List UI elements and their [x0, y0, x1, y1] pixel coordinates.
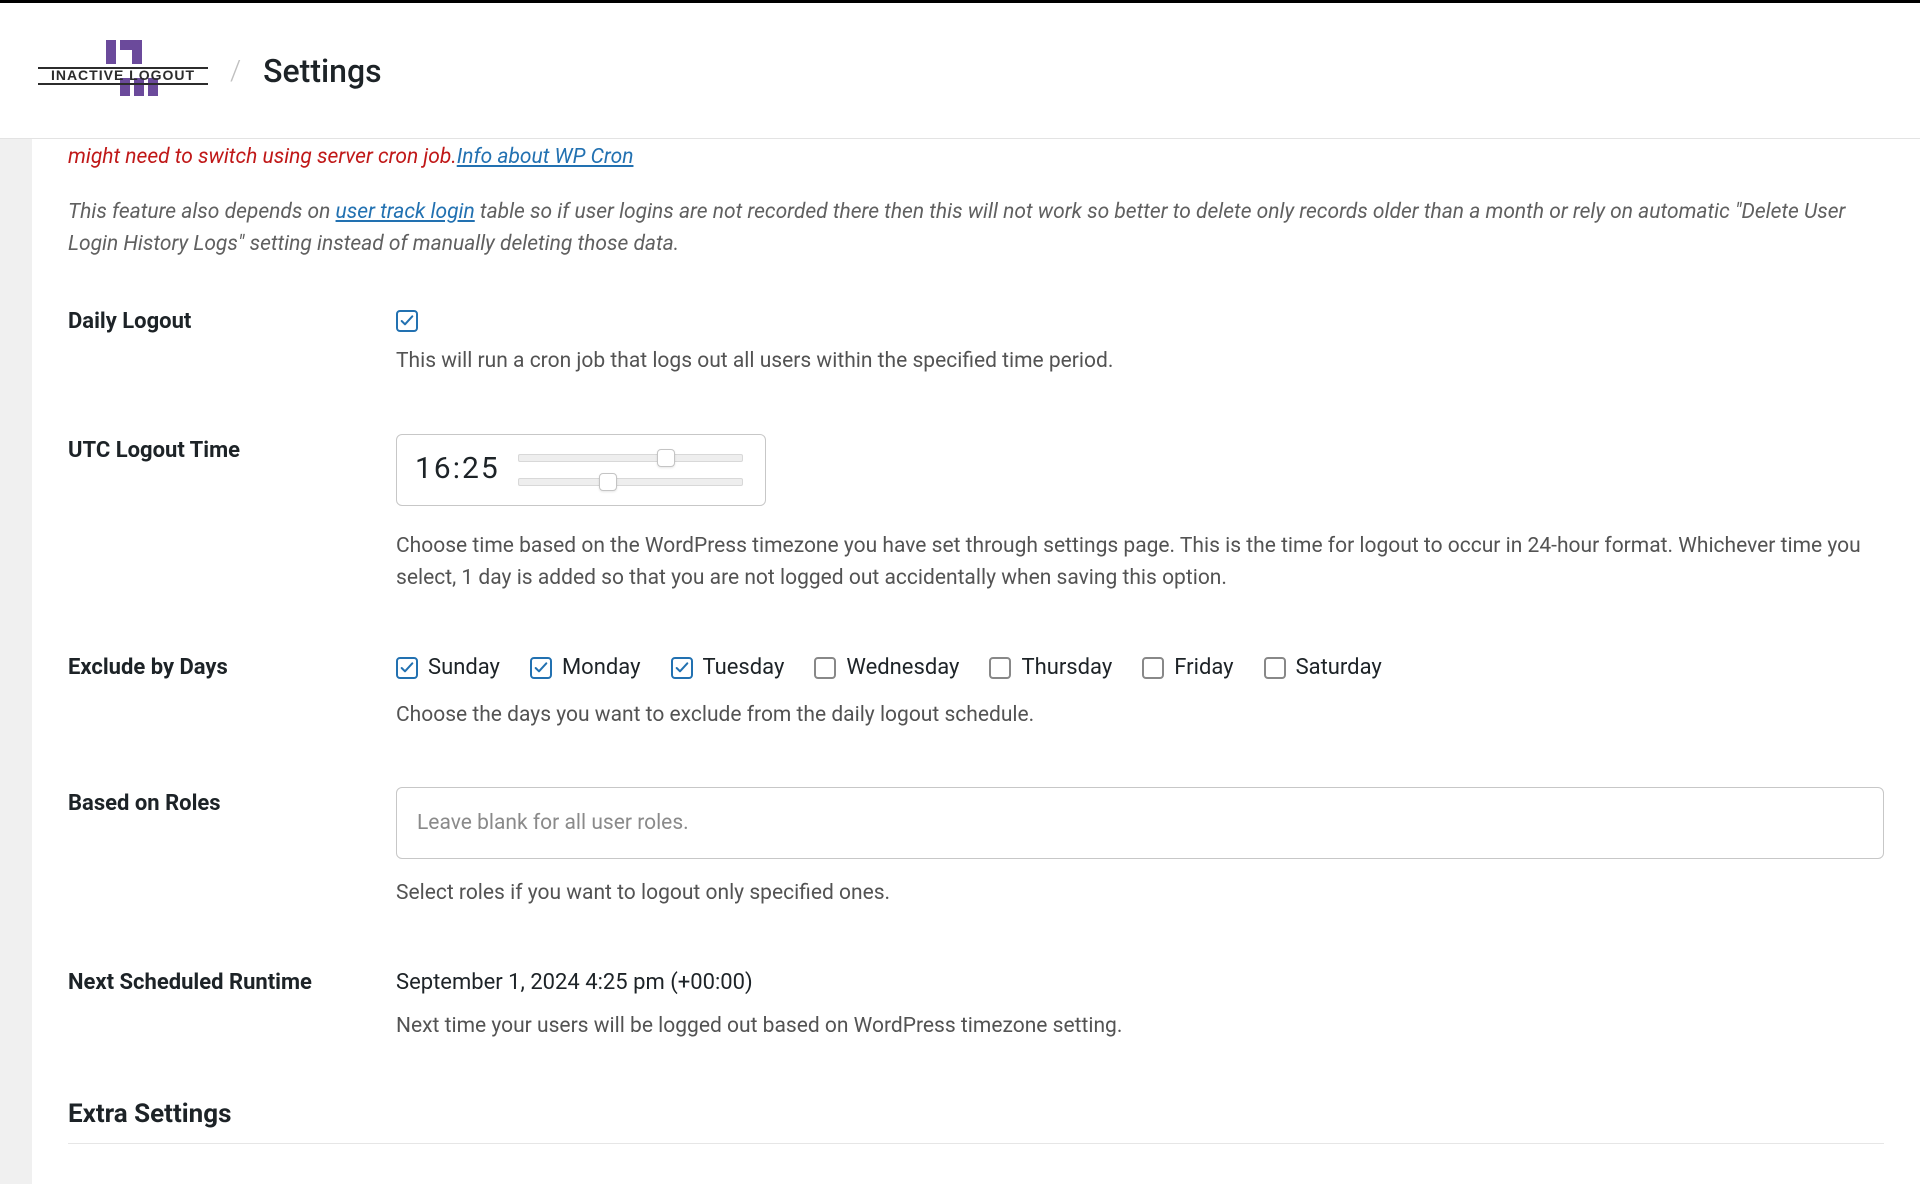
header-divider: /: [230, 54, 241, 87]
extra-settings-heading: Extra Settings: [68, 1099, 1884, 1144]
next-runtime-label: Next Scheduled Runtime: [68, 966, 396, 995]
daily-logout-checkbox[interactable]: [396, 310, 418, 332]
day-sunday[interactable]: Sunday: [396, 651, 500, 685]
settings-content: might need to switch using server cron j…: [32, 139, 1920, 1184]
day-saturday[interactable]: Saturday: [1264, 651, 1382, 685]
next-runtime-value: September 1, 2024 4:25 pm (+00:00): [396, 966, 1884, 1000]
utc-logout-time-label: UTC Logout Time: [68, 434, 396, 463]
based-on-roles-label: Based on Roles: [68, 787, 396, 816]
day-tuesday[interactable]: Tuesday: [671, 651, 785, 685]
utc-time-help: Choose time based on the WordPress timez…: [396, 530, 1884, 595]
next-runtime-help: Next time your users will be logged out …: [396, 1010, 1884, 1043]
minute-slider[interactable]: [518, 478, 743, 486]
wp-cron-info-link[interactable]: Info about WP Cron: [457, 145, 634, 169]
brand-logo: INACTIVE LOGOUT: [38, 38, 208, 104]
brand-text: INACTIVE LOGOUT: [51, 67, 195, 83]
user-track-login-link[interactable]: user track login: [336, 200, 475, 224]
utc-time-value: 16:25: [415, 446, 500, 493]
day-wednesday[interactable]: Wednesday: [814, 651, 959, 685]
day-friday[interactable]: Friday: [1142, 651, 1233, 685]
utc-time-input[interactable]: 16:25: [396, 434, 766, 506]
exclude-days-help: Choose the days you want to exclude from…: [396, 699, 1884, 732]
exclude-days-label: Exclude by Days: [68, 651, 396, 680]
roles-help: Select roles if you want to logout only …: [396, 877, 1884, 910]
page-title: Settings: [263, 52, 381, 90]
daily-logout-help: This will run a cron job that logs out a…: [396, 345, 1884, 378]
feature-dependency-note: This feature also depends on user track …: [68, 196, 1884, 261]
exclude-days-list: Sunday Monday Tuesday Wednesday: [396, 651, 1884, 685]
roles-select-input[interactable]: Leave blank for all user roles.: [396, 787, 1884, 859]
day-monday[interactable]: Monday: [530, 651, 641, 685]
warning-tail: might need to switch using server cron j…: [68, 145, 457, 169]
roles-placeholder: Leave blank for all user roles.: [417, 807, 689, 840]
hour-slider[interactable]: [518, 454, 743, 462]
day-thursday[interactable]: Thursday: [989, 651, 1112, 685]
daily-logout-label: Daily Logout: [68, 305, 396, 334]
header-bar: INACTIVE LOGOUT / Settings: [0, 3, 1920, 139]
wp-cron-warning: might need to switch using server cron j…: [68, 139, 1884, 174]
